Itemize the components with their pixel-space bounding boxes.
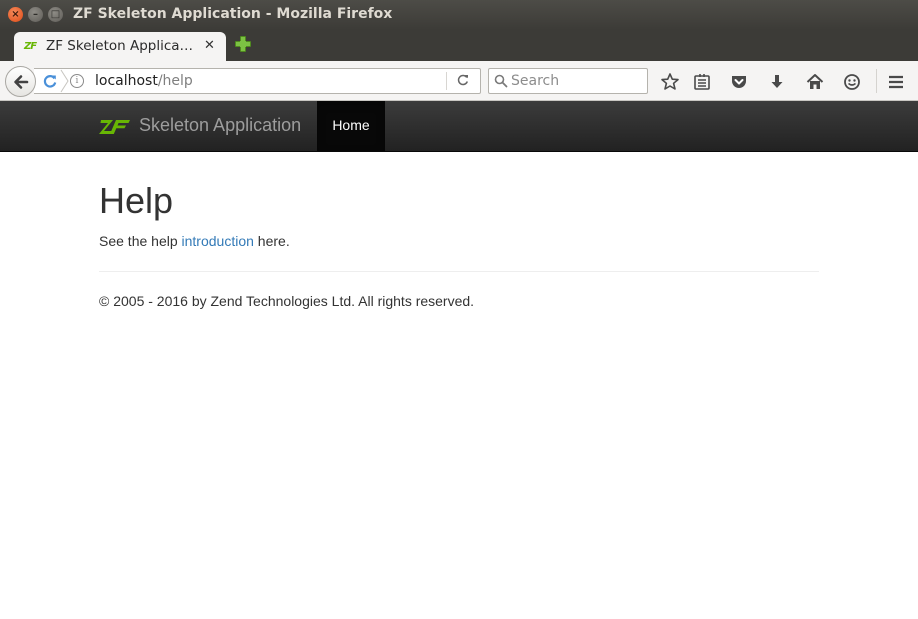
star-icon[interactable] [660,72,680,92]
search-icon [494,74,508,88]
reload-icon[interactable] [42,73,58,89]
page-content: Skeleton Application Home Help See the h… [0,101,918,619]
tab-label: ZF Skeleton Applica… [46,38,194,54]
download-icon[interactable] [767,72,787,92]
url-path: /help [157,73,193,89]
nav-home-link[interactable]: Home [317,101,385,151]
url-reload-icon[interactable] [456,73,470,87]
main-content: Help See the help introduction here. [99,179,819,251]
reading-list-icon[interactable] [692,72,712,92]
separator-chevron-icon [60,69,69,93]
help-paragraph: See the help introduction here. [99,231,819,251]
site-navbar: Skeleton Application Home [0,101,918,152]
window-minimize-button[interactable]: – [28,7,43,22]
tab-active[interactable]: ZF ZF Skeleton Applica… ✕ [14,32,226,61]
zf-logo-icon[interactable] [99,118,131,136]
smiley-icon[interactable] [842,72,862,92]
menu-icon[interactable] [886,72,906,92]
toolbar-separator [876,69,877,93]
zf-favicon-icon: ZF [24,41,37,52]
browser-window: × – □ ZF Skeleton Application - Mozilla … [0,0,918,619]
new-tab-plus-icon[interactable] [234,35,252,53]
window-maximize-button[interactable]: □ [48,7,63,22]
help-text-after: here. [253,233,290,249]
window-title: ZF Skeleton Application - Mozilla Firefo… [73,6,393,22]
home-icon[interactable] [805,72,825,92]
back-arrow-icon [14,75,29,89]
help-text-before: See the help [99,233,182,249]
url-host: localhost [95,73,158,89]
title-bar: × – □ ZF Skeleton Application - Mozilla … [0,0,918,30]
navigation-toolbar: i localhost/help [0,61,918,101]
pocket-icon[interactable] [729,72,749,92]
url-bar[interactable]: i localhost/help [34,68,481,94]
page-heading: Help [99,180,174,221]
url-text[interactable]: localhost/help [95,73,193,89]
footer-copyright: © 2005 - 2016 by Zend Technologies Ltd. … [99,293,475,309]
back-button[interactable] [5,66,36,97]
search-bar[interactable] [488,68,648,94]
window-close-button[interactable]: × [8,7,23,22]
site-info-icon[interactable]: i [70,74,84,88]
site-brand[interactable]: Skeleton Application [139,115,301,136]
search-input[interactable] [511,72,641,90]
tab-strip: ZF ZF Skeleton Applica… ✕ [0,30,918,61]
url-divider [446,72,447,90]
tab-close-icon[interactable]: ✕ [204,38,215,53]
nav-home-label: Home [332,117,370,133]
introduction-link[interactable]: introduction [182,233,254,249]
footer-divider [99,271,819,272]
